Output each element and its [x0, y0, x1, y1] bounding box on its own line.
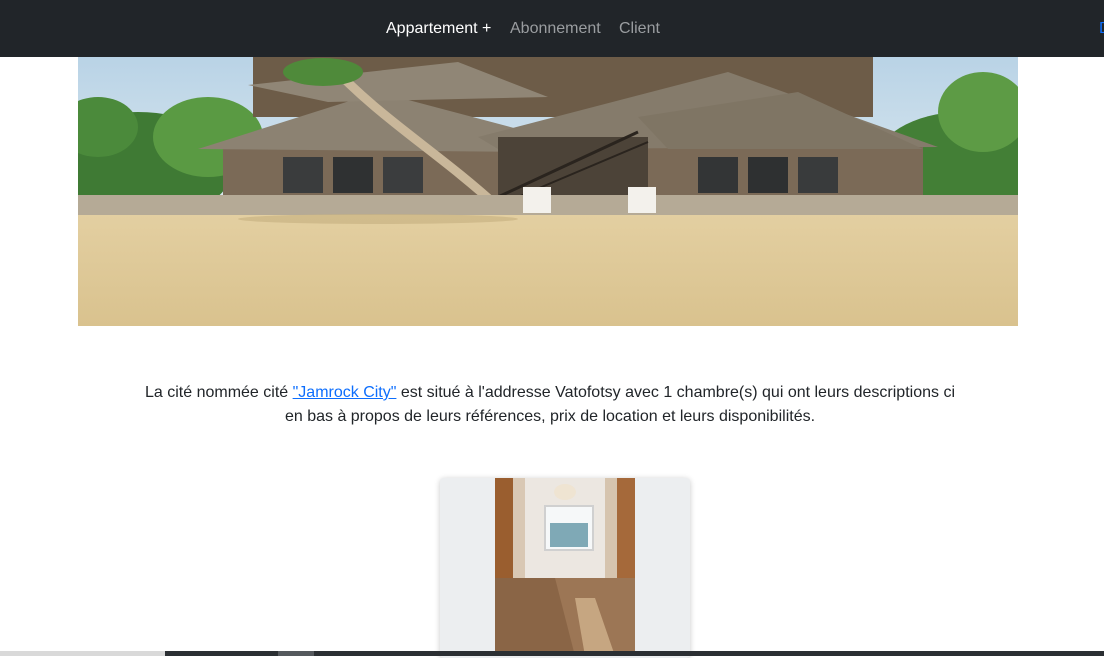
room-card[interactable]: [440, 478, 690, 658]
nav-abonnement[interactable]: Abonnement: [510, 19, 601, 39]
room-image[interactable]: [495, 478, 635, 656]
scrollbar-marker: [278, 651, 314, 656]
nav-client[interactable]: Client: [619, 19, 660, 39]
city-name-link[interactable]: "Jamrock City": [293, 384, 397, 401]
horizontal-scrollbar[interactable]: [0, 651, 1104, 656]
nav-appartement[interactable]: Appartement +: [386, 19, 491, 39]
nav-edge-link[interactable]: D: [1099, 19, 1104, 39]
hero-image: [78, 57, 1018, 326]
description-text-start: La cité nommée cité: [144, 384, 293, 401]
city-description: La cité nommée cité "Jamrock City" est s…: [140, 381, 960, 429]
beach-house-photo-icon: [78, 57, 1018, 326]
top-navbar: Appartement + Abonnement Client D: [0, 0, 1104, 57]
room-photo-icon: [495, 478, 635, 656]
